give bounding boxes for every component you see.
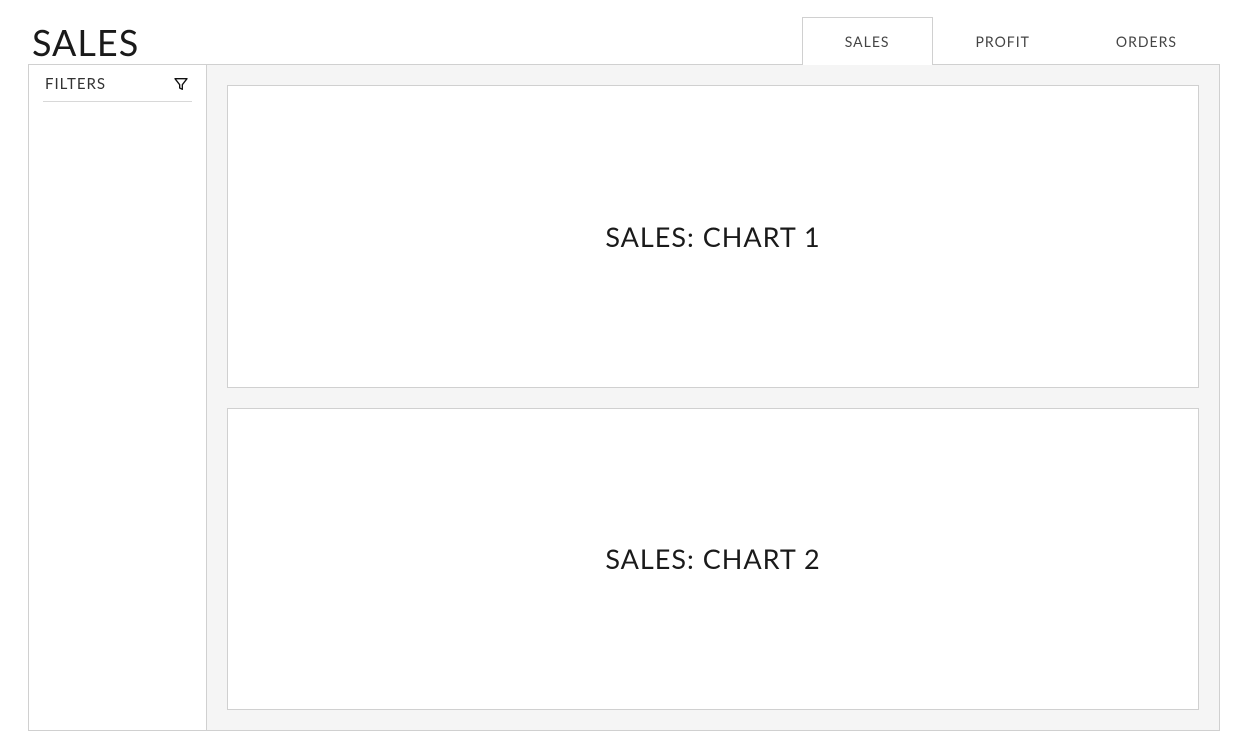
header: SALES SALES PROFIT ORDERS <box>28 16 1220 64</box>
chart-card-1: SALES: CHART 1 <box>227 85 1199 388</box>
chart-title: SALES: CHART 2 <box>605 542 820 575</box>
tab-orders[interactable]: ORDERS <box>1073 17 1220 65</box>
tab-label: PROFIT <box>976 33 1030 50</box>
tab-label: ORDERS <box>1116 33 1177 50</box>
app-root: SALES SALES PROFIT ORDERS FILTERS <box>0 0 1248 751</box>
tab-profit[interactable]: PROFIT <box>933 17 1073 65</box>
filter-icon[interactable] <box>172 75 190 93</box>
chart-card-2: SALES: CHART 2 <box>227 408 1199 711</box>
main-body: FILTERS SALES: CHART 1 SALES: CHART 2 <box>28 64 1220 731</box>
tab-label: SALES <box>845 33 890 50</box>
page-title: SALES <box>28 20 139 64</box>
filters-label: FILTERS <box>45 75 106 93</box>
tab-sales[interactable]: SALES <box>802 17 933 65</box>
content-area: SALES: CHART 1 SALES: CHART 2 <box>207 65 1219 730</box>
filters-header: FILTERS <box>43 75 192 102</box>
sidebar: FILTERS <box>29 65 207 730</box>
tab-bar: SALES PROFIT ORDERS <box>802 16 1220 64</box>
chart-title: SALES: CHART 1 <box>605 220 820 253</box>
